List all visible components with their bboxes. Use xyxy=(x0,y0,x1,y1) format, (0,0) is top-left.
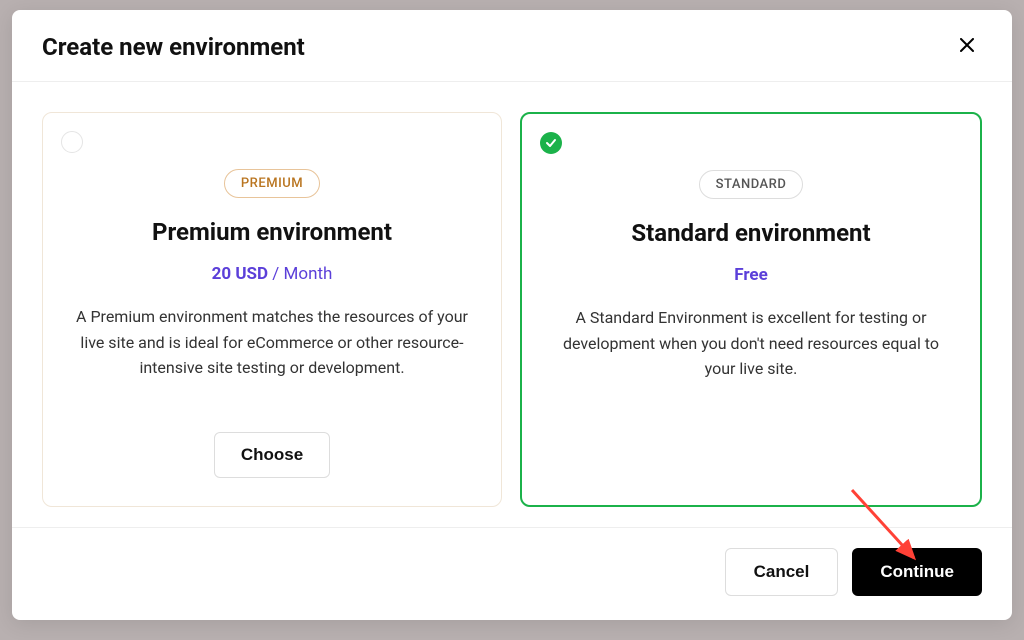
plan-title-premium: Premium environment xyxy=(152,218,392,246)
plan-title-standard: Standard environment xyxy=(631,219,870,247)
plan-card-premium[interactable]: PREMIUM Premium environment 20 USD / Mon… xyxy=(42,112,502,507)
modal-body: PREMIUM Premium environment 20 USD / Mon… xyxy=(12,82,1012,527)
close-icon xyxy=(960,36,974,56)
modal-header: Create new environment xyxy=(12,10,1012,82)
close-button[interactable] xyxy=(952,32,982,61)
plan-description-premium: A Premium environment matches the resour… xyxy=(71,304,473,381)
modal-footer: Cancel Continue xyxy=(12,527,1012,620)
radio-standard[interactable] xyxy=(540,132,562,154)
plan-card-standard[interactable]: STANDARD Standard environment Free A Sta… xyxy=(520,112,982,507)
badge-standard: STANDARD xyxy=(699,170,804,199)
cancel-button[interactable]: Cancel xyxy=(725,548,839,596)
price-free: Free xyxy=(734,265,768,285)
choose-button-premium[interactable]: Choose xyxy=(214,432,330,478)
checkmark-icon xyxy=(545,134,557,153)
create-environment-modal: Create new environment PREMIUM Premium e… xyxy=(12,10,1012,620)
plan-description-standard: A Standard Environment is excellent for … xyxy=(550,305,952,382)
plan-price-premium: 20 USD / Month xyxy=(212,264,333,284)
price-period: / Month xyxy=(268,264,332,284)
radio-premium[interactable] xyxy=(61,131,83,153)
modal-title: Create new environment xyxy=(42,33,305,61)
badge-premium: PREMIUM xyxy=(224,169,320,198)
price-amount: 20 USD xyxy=(212,264,268,284)
continue-button[interactable]: Continue xyxy=(852,548,982,596)
plan-price-standard: Free xyxy=(734,265,768,285)
